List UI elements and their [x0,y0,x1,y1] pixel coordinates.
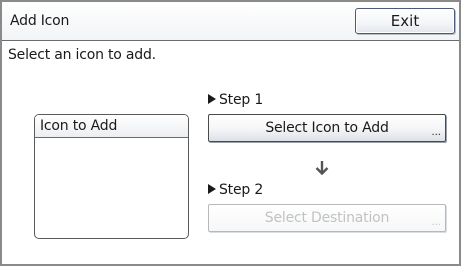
more-indicator: ... [431,217,441,228]
title-bar: Add Icon Exit [2,2,459,41]
select-destination-button-label: Select Destination [264,210,390,226]
down-arrow-icon [315,161,329,176]
exit-button[interactable]: Exit [355,8,455,34]
select-icon-button-label: Select Icon to Add [265,120,389,136]
step-1-text: Step 1 [219,92,264,108]
instruction-text: Select an icon to add. [8,47,156,63]
dialog-title: Add Icon [10,13,70,29]
icon-to-add-list[interactable]: Icon to Add [34,114,189,239]
step-2-label: Step 2 [208,182,263,198]
step-2-text: Step 2 [219,182,264,198]
icon-list-header: Icon to Add [35,115,188,138]
select-icon-to-add-button[interactable]: Select Icon to Add ... [208,114,446,142]
step-1-label: Step 1 [208,92,263,108]
right-triangle-icon [208,184,216,194]
more-indicator: ... [431,127,441,138]
add-icon-dialog: Add Icon Exit Select an icon to add. Ico… [0,0,461,266]
select-destination-button[interactable]: Select Destination ... [208,204,446,232]
right-triangle-icon [208,94,216,104]
